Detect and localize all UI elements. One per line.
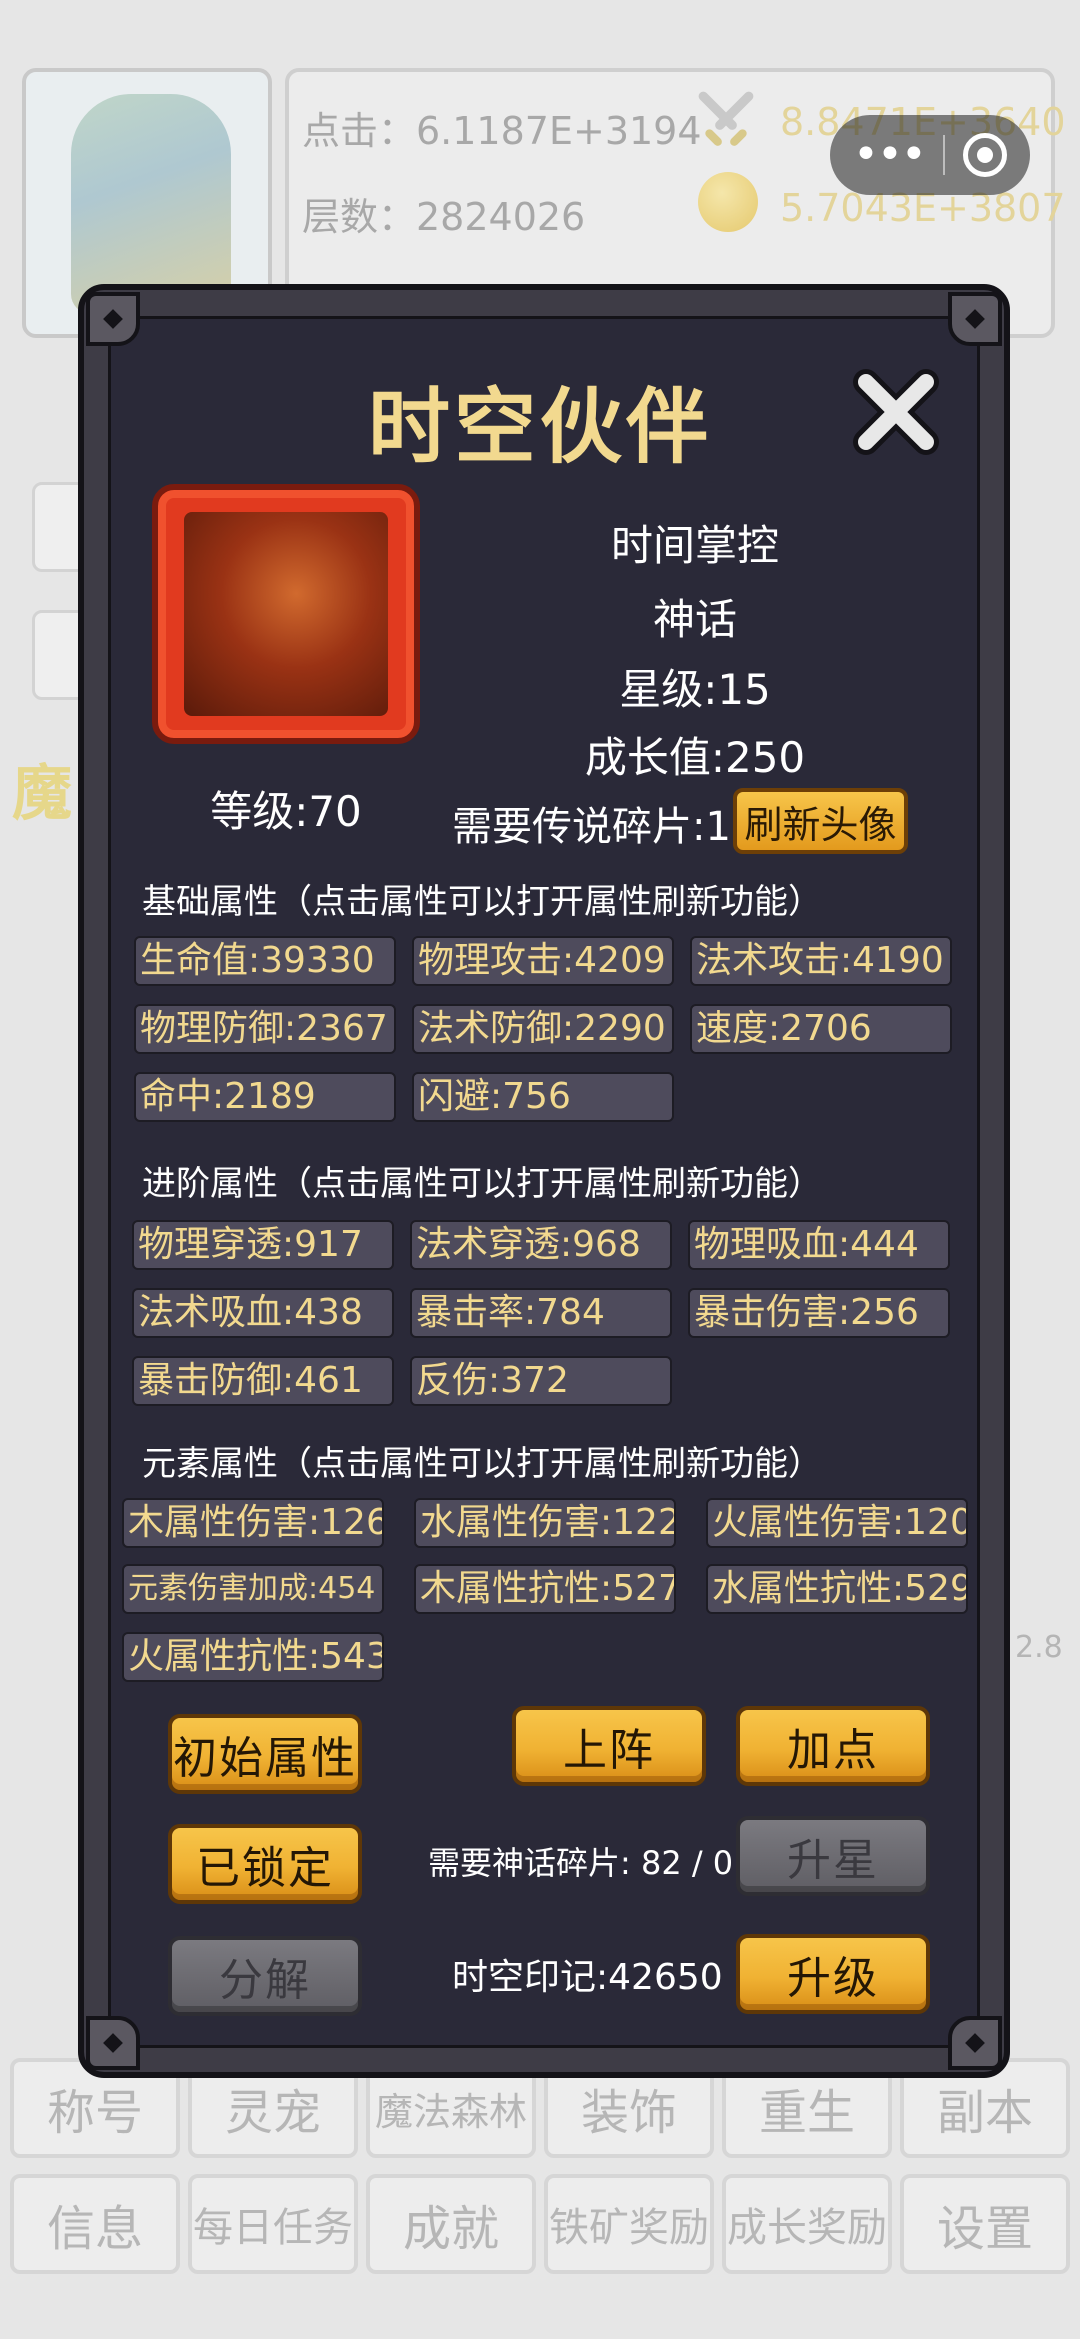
menu-growth-reward[interactable]: 成长奖励	[722, 2174, 892, 2274]
gold-coin-icon	[698, 172, 758, 232]
menu-info[interactable]: 信息	[10, 2174, 180, 2274]
floor-stat: 层数：2824026	[302, 195, 586, 239]
version-text: 2.8	[1015, 1630, 1063, 1665]
partner-star: 星级:15	[619, 665, 771, 714]
more-icon[interactable]: •••	[853, 133, 927, 177]
deploy-button[interactable]: 上阵	[512, 1706, 706, 1786]
initial-attributes-button[interactable]: 初始属性	[168, 1714, 362, 1794]
adv-attr-crit-def[interactable]: 暴击防御:461	[132, 1356, 394, 1406]
frame-corner-tl	[86, 292, 140, 346]
side-label: 魔	[12, 759, 72, 829]
basic-attr-magic-def[interactable]: 法术防御:2290	[412, 1004, 674, 1054]
basic-attr-dodge[interactable]: 闪避:756	[412, 1072, 674, 1122]
menu-achievements[interactable]: 成就	[366, 2174, 536, 2274]
partner-growth: 成长值:250	[584, 733, 806, 782]
elem-attr-fire-dmg[interactable]: 火属性伤害:1206	[706, 1498, 968, 1548]
modal-title: 时空伙伴	[367, 380, 712, 475]
adv-attr-magic-pen[interactable]: 法术穿透:968	[410, 1220, 672, 1270]
hero-art	[71, 94, 231, 314]
menu-iron-reward[interactable]: 铁矿奖励	[544, 2174, 714, 2274]
partner-level: 等级:70	[210, 787, 362, 836]
adv-attr-phys-lifesteal[interactable]: 物理吸血:444	[688, 1220, 950, 1270]
adv-attr-reflect[interactable]: 反伤:372	[410, 1356, 672, 1406]
basic-attr-phys-atk[interactable]: 物理攻击:4209	[412, 936, 674, 986]
close-icon[interactable]	[848, 364, 944, 460]
adv-attr-crit-rate[interactable]: 暴击率:784	[410, 1288, 672, 1338]
crossed-swords-icon	[698, 91, 754, 146]
level-up-button[interactable]: 升级	[736, 1934, 930, 2014]
click-stat: 点击：6.1187E+3194	[302, 109, 702, 153]
partner-art	[184, 512, 388, 716]
add-points-button[interactable]: 加点	[736, 1706, 930, 1786]
elem-attr-wood-dmg[interactable]: 木属性伤害:1266	[122, 1498, 384, 1548]
partner-name: 时间掌控	[610, 521, 779, 570]
basic-attr-hp[interactable]: 生命值:39330	[134, 936, 396, 986]
adv-attr-magic-lifesteal[interactable]: 法术吸血:438	[132, 1288, 394, 1338]
basic-attr-magic-atk[interactable]: 法术攻击:4190	[690, 936, 952, 986]
advanced-attr-title: 进阶属性（点击属性可以打开属性刷新功能）	[142, 1164, 822, 1204]
elem-attr-fire-res[interactable]: 火属性抗性:543	[122, 1632, 384, 1682]
spacetime-mark-count: 时空印记:42650	[452, 1957, 723, 1998]
basic-attr-hit[interactable]: 命中:2189	[134, 1072, 396, 1122]
menu-daily-tasks[interactable]: 每日任务	[188, 2174, 358, 2274]
frame-corner-tr	[948, 292, 1002, 346]
adv-attr-crit-dmg[interactable]: 暴击伤害:256	[688, 1288, 950, 1338]
frame-corner-br	[948, 2016, 1002, 2070]
adv-attr-phys-pen[interactable]: 物理穿透:917	[132, 1220, 394, 1270]
partner-avatar[interactable]	[152, 484, 420, 744]
myth-shard-requirement: 需要神话碎片: 82 / 0	[428, 1844, 734, 1882]
basic-attr-title: 基础属性（点击属性可以打开属性刷新功能）	[142, 882, 822, 922]
miniprogram-capsule: •••	[830, 115, 1030, 195]
legend-shard-requirement: 需要传说碎片:1	[452, 804, 731, 850]
basic-attr-speed[interactable]: 速度:2706	[690, 1004, 952, 1054]
bottom-menu: 称号 灵宠 魔法森林 装饰 重生 副本 信息 每日任务 成就 铁矿奖励 成长奖励…	[10, 2058, 1070, 2274]
basic-attr-phys-def[interactable]: 物理防御:2367	[134, 1004, 396, 1054]
refresh-avatar-button[interactable]: 刷新头像	[733, 788, 908, 854]
elem-attr-water-res[interactable]: 水属性抗性:529	[706, 1564, 968, 1614]
decompose-button[interactable]: 分解	[168, 1936, 362, 2016]
capsule-divider	[942, 135, 945, 175]
elem-attr-element-bonus[interactable]: 元素伤害加成:454	[122, 1564, 384, 1614]
elem-attr-water-dmg[interactable]: 水属性伤害:1226	[414, 1498, 676, 1548]
star-up-button[interactable]: 升星	[736, 1816, 930, 1896]
menu-settings[interactable]: 设置	[900, 2174, 1070, 2274]
partner-rarity: 神话	[652, 595, 737, 644]
element-attr-title: 元素属性（点击属性可以打开属性刷新功能）	[142, 1444, 822, 1484]
elem-attr-wood-res[interactable]: 木属性抗性:527	[414, 1564, 676, 1614]
locked-button[interactable]: 已锁定	[168, 1824, 362, 1904]
close-miniprogram-icon[interactable]	[962, 133, 1007, 177]
frame-corner-bl	[86, 2016, 140, 2070]
